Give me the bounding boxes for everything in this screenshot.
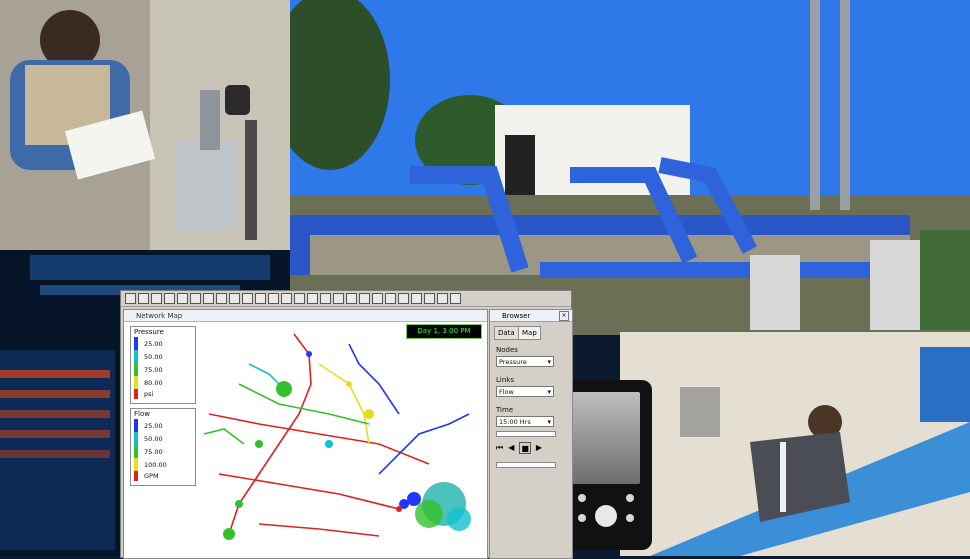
pressure-legend-title: Pressure [134, 328, 164, 336]
query-icon[interactable] [229, 293, 240, 304]
save-icon[interactable] [151, 293, 162, 304]
pumping-station-scene [290, 0, 970, 335]
legend-swatch [134, 458, 138, 471]
pressure-legend[interactable]: Pressure 25.00 50.00 75.00 80.00 psi [130, 326, 196, 404]
print-icon[interactable] [164, 293, 175, 304]
tank-icon[interactable] [398, 293, 409, 304]
legend-entry: 75.00 [131, 363, 195, 376]
photo-pumping-station [290, 0, 970, 335]
zoom-out-icon[interactable] [346, 293, 357, 304]
run-icon[interactable] [216, 293, 227, 304]
legend-entry: GPM [131, 471, 195, 481]
links-label: Links [496, 376, 514, 384]
delete-icon[interactable] [190, 293, 201, 304]
close-icon[interactable]: × [559, 311, 569, 321]
open-icon[interactable] [138, 293, 149, 304]
browser-panel: Browser × Data Map Nodes Pressure Links … [489, 309, 573, 559]
speed-slider[interactable] [496, 462, 556, 468]
pan-icon[interactable] [320, 293, 331, 304]
step-back-icon[interactable]: ◀ [508, 442, 514, 454]
valve-icon[interactable] [437, 293, 448, 304]
stop-icon[interactable]: ■ [519, 442, 531, 454]
legend-swatch [134, 376, 138, 389]
zoom-in-icon[interactable] [333, 293, 344, 304]
network-map-window: Network Map Day 1, 3:00 PM Pressure 25.0… [123, 309, 488, 559]
copy-icon[interactable] [177, 293, 188, 304]
legend-entry: 75.00 [131, 445, 195, 458]
full-extent-icon[interactable] [359, 293, 370, 304]
animation-controls: ⏮ ◀ ■ ▶ [496, 442, 562, 454]
legend-swatch [134, 389, 138, 399]
select-pointer-icon[interactable] [281, 293, 292, 304]
reservoir-icon[interactable] [385, 293, 396, 304]
legend-swatch [134, 350, 138, 363]
legend-entry: psi [131, 389, 195, 399]
legend-swatch [134, 445, 138, 458]
play-icon[interactable]: ▶ [536, 442, 542, 454]
select-region-icon[interactable] [294, 293, 305, 304]
flow-legend-title: Flow [134, 410, 150, 418]
find-icon[interactable] [203, 293, 214, 304]
graph-icon[interactable] [242, 293, 253, 304]
label-icon[interactable] [450, 293, 461, 304]
toolbar [121, 291, 571, 307]
browser-title: Browser [502, 312, 531, 320]
network-map-title: Network Map [124, 310, 487, 322]
time-label: Time [496, 406, 514, 414]
tab-map[interactable]: Map [518, 326, 541, 340]
select-vertex-icon[interactable] [307, 293, 318, 304]
legend-entry: 50.00 [131, 350, 195, 363]
legend-entry: 25.00 [131, 337, 195, 350]
junction-icon[interactable] [372, 293, 383, 304]
node-cluster-dense [223, 351, 471, 540]
network-analysis-app: Network Map Day 1, 3:00 PM Pressure 25.0… [120, 290, 573, 559]
table-icon[interactable] [255, 293, 266, 304]
time-slider[interactable] [496, 431, 556, 437]
photo-pipe-inspection [620, 332, 970, 556]
legend-entry: 100.00 [131, 458, 195, 471]
rewind-icon[interactable]: ⏮ [496, 442, 503, 454]
time-select[interactable]: 15:00 Hrs [496, 416, 554, 428]
legend-swatch [134, 337, 138, 350]
nodes-label: Nodes [496, 346, 518, 354]
technician-scene [0, 0, 290, 250]
nodes-select[interactable]: Pressure [496, 356, 554, 368]
flow-legend[interactable]: Flow 25.00 50.00 75.00 100.00 GPM [130, 408, 196, 486]
links-select[interactable]: Flow [496, 386, 554, 398]
pipe-icon[interactable] [411, 293, 422, 304]
handheld-keypad [574, 492, 638, 538]
options-icon[interactable] [268, 293, 279, 304]
pipe-inspection-scene [620, 332, 970, 556]
handheld-meter-device [560, 380, 652, 550]
browser-title-bar: Browser × [490, 310, 572, 322]
legend-entry: 80.00 [131, 376, 195, 389]
tab-data[interactable]: Data [494, 326, 519, 340]
legend-swatch [134, 363, 138, 376]
pump-icon[interactable] [424, 293, 435, 304]
new-icon[interactable] [125, 293, 136, 304]
legend-entry: 50.00 [131, 432, 195, 445]
photo-technician-measuring [0, 0, 290, 250]
handheld-screen [570, 392, 640, 484]
legend-swatch [134, 471, 138, 481]
network-map-canvas[interactable] [199, 324, 484, 556]
legend-swatch [134, 432, 138, 445]
legend-entry: 25.00 [131, 419, 195, 432]
legend-swatch [134, 419, 138, 432]
